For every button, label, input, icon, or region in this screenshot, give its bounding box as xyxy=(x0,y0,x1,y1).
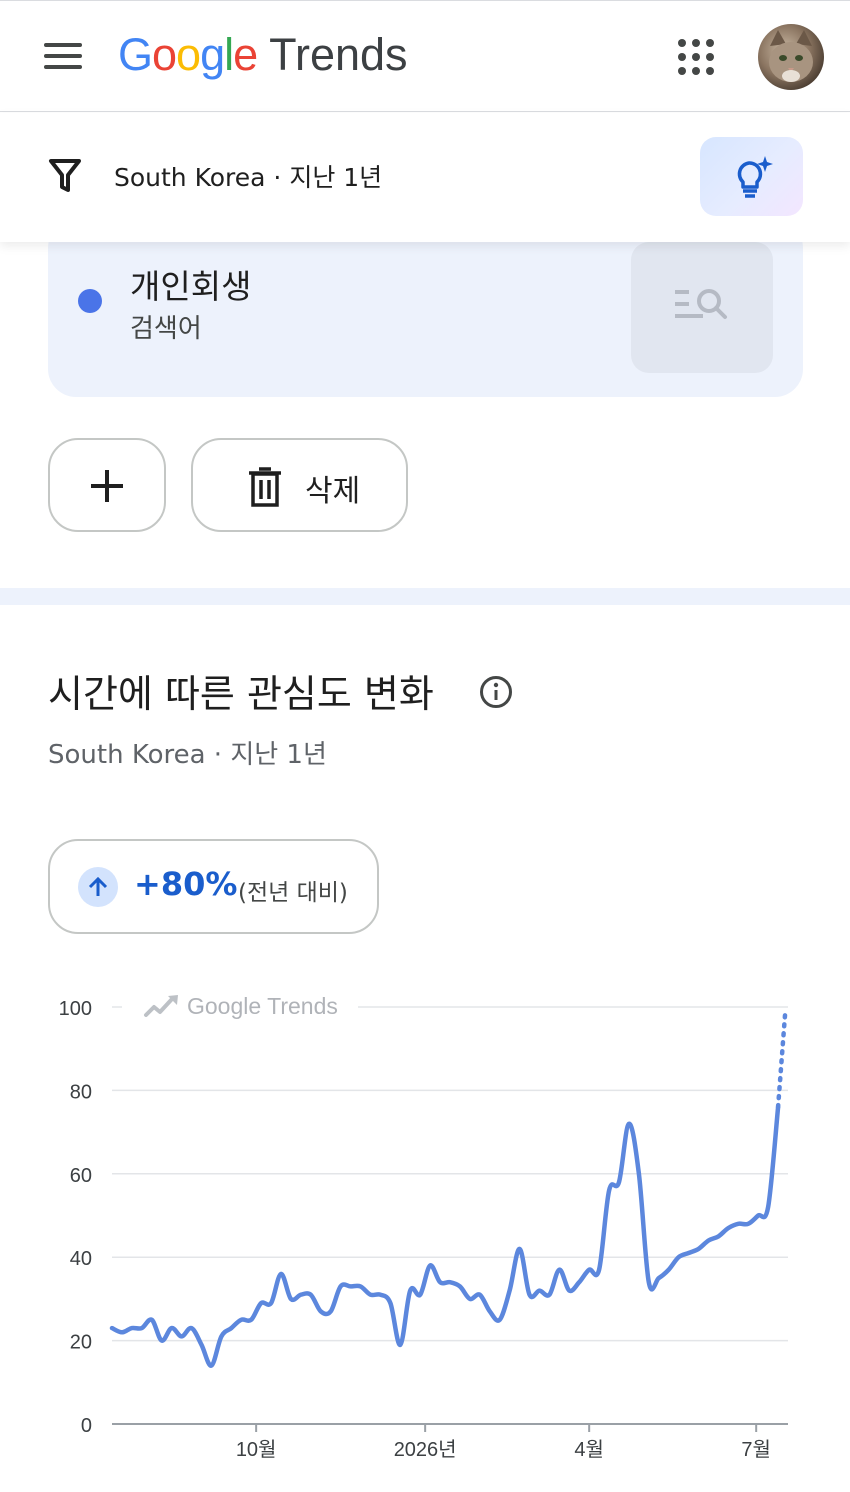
section-title: 시간에 따른 관심도 변화 xyxy=(48,672,434,716)
y-tick-label: 20 xyxy=(70,1332,92,1354)
interest-over-time-chart: 0 20 40 60 80 100 Google Trends 10월 2026년 4월 7월 xyxy=(59,990,788,1461)
chart-series xyxy=(109,1013,788,1368)
term-type: 검색어 xyxy=(130,314,202,344)
yoy-value: +80% xyxy=(134,865,238,903)
section-divider xyxy=(0,588,850,605)
y-tick-label: 40 xyxy=(70,1248,92,1270)
x-tick-label: 4월 xyxy=(574,1438,604,1461)
chart-watermark: Google Trends xyxy=(122,990,358,1024)
apps-grid-icon[interactable] xyxy=(678,39,714,75)
y-tick-label: 0 xyxy=(81,1415,92,1437)
yoy-note: (전년 대비) xyxy=(238,880,348,906)
delete-button[interactable]: 삭제 xyxy=(191,438,408,532)
filter-summary[interactable]: South Korea · 지난 1년 xyxy=(114,158,382,194)
info-icon[interactable] xyxy=(479,675,513,709)
x-tick-label: 2026년 xyxy=(394,1438,457,1461)
y-tick-label: 60 xyxy=(70,1165,92,1187)
delete-label: 삭제 xyxy=(305,474,361,509)
section-subtitle: South Korea · 지난 1년 xyxy=(48,740,327,770)
google-trends-logo[interactable]: Google Trends xyxy=(118,29,408,81)
chart-y-ticks: 0 20 40 60 80 100 xyxy=(59,998,92,1437)
menu-icon[interactable] xyxy=(44,43,82,69)
x-tick-label: 10월 xyxy=(236,1438,277,1461)
ai-insights-button[interactable] xyxy=(700,137,803,216)
yoy-change-chip[interactable]: +80% (전년 대비) xyxy=(48,839,379,934)
x-tick-label: 7월 xyxy=(741,1438,771,1461)
plus-icon xyxy=(91,470,123,502)
term-color-dot xyxy=(78,289,102,313)
search-list-icon xyxy=(675,289,727,319)
avatar[interactable] xyxy=(758,24,824,90)
arrow-up-icon xyxy=(78,867,118,907)
filter-icon[interactable] xyxy=(48,157,82,195)
chart-x-ticks: 10월 2026년 4월 7월 xyxy=(236,1424,771,1461)
series-partial-line xyxy=(775,1013,788,1110)
app-bar: Google Trends xyxy=(0,0,850,112)
chart-watermark-text: Google Trends xyxy=(187,993,338,1019)
trash-icon xyxy=(249,467,281,507)
term-name[interactable]: 개인회생 xyxy=(130,260,251,308)
term-search-button[interactable] xyxy=(631,242,773,373)
lightbulb-sparkle-icon xyxy=(737,156,773,198)
y-tick-label: 80 xyxy=(70,1081,92,1103)
series-line xyxy=(109,1104,781,1368)
y-tick-label: 100 xyxy=(59,998,92,1020)
add-term-button[interactable] xyxy=(48,438,166,532)
